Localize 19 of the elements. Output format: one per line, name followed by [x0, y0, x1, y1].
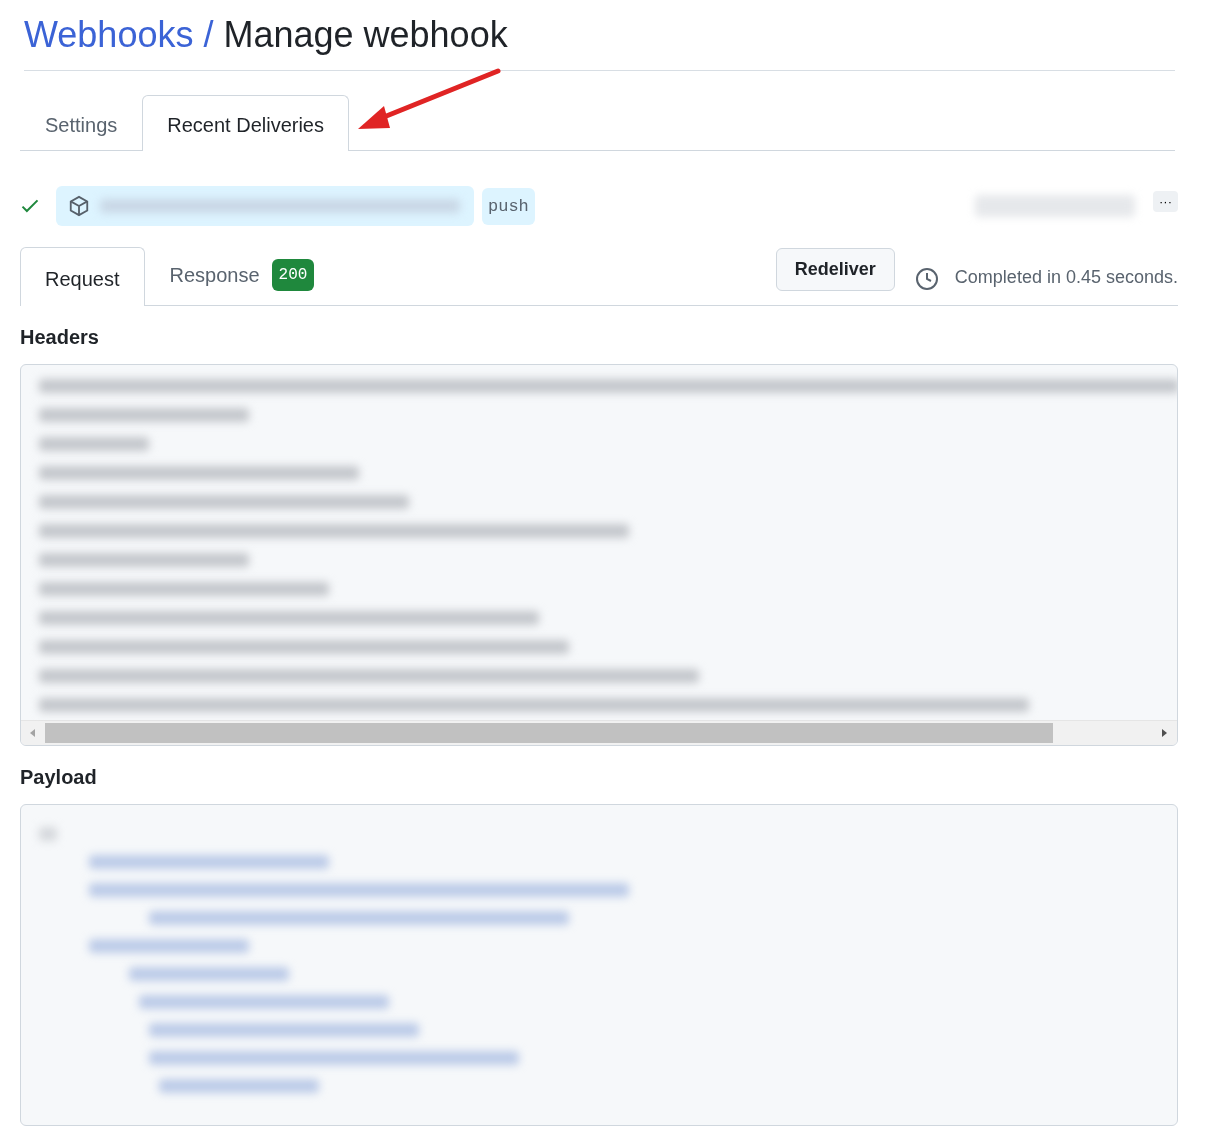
tab[interactable]: Request	[20, 247, 145, 306]
event-label: push	[482, 187, 535, 225]
package-icon	[68, 195, 90, 217]
breadcrumb-separator: /	[203, 14, 214, 56]
scrollbar-thumb[interactable]	[45, 723, 1053, 743]
section-heading: Payload	[20, 766, 98, 789]
status-badge: 200	[271, 259, 315, 291]
redeliver-button[interactable]: Redeliver	[775, 248, 895, 291]
section-heading: Headers	[20, 326, 100, 349]
delivery-guid[interactable]	[56, 186, 474, 226]
clock-icon	[914, 267, 939, 291]
page-title: Manage webhook	[223, 14, 508, 56]
tab[interactable]: Response 200	[144, 238, 340, 306]
duration-text: Completed in 0.45 seconds.	[954, 267, 1178, 288]
tab[interactable]: Settings	[20, 95, 143, 151]
tab[interactable]: Recent Deliveries	[142, 95, 349, 151]
more-button[interactable]: ···	[1153, 190, 1178, 212]
breadcrumb-link[interactable]: Webhooks	[24, 14, 194, 56]
redacted-line	[39, 827, 57, 841]
